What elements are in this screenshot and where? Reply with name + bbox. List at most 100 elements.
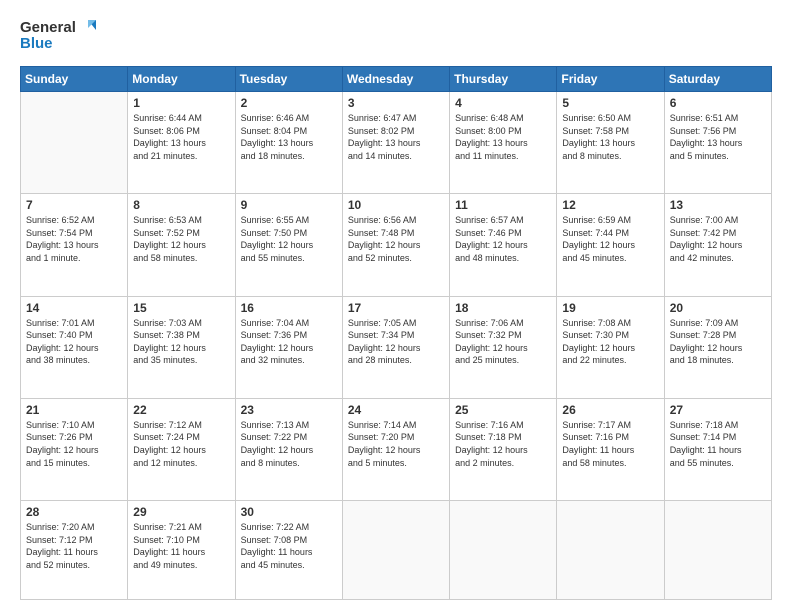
week-row-2: 7Sunrise: 6:52 AMSunset: 7:54 PMDaylight…	[21, 194, 772, 296]
day-number: 16	[241, 301, 337, 315]
svg-text:Blue: Blue	[20, 35, 53, 52]
day-info-line: Sunset: 7:54 PM	[26, 227, 122, 240]
day-number: 4	[455, 96, 551, 110]
page: General Blue SundayMondayTuesdayWednesda…	[0, 0, 792, 612]
day-number: 29	[133, 505, 229, 519]
day-info-line: Daylight: 12 hours	[348, 342, 444, 355]
calendar-cell-w3-d4: 17 Sunrise: 7:05 AMSunset: 7:34 PMDayligh…	[342, 296, 449, 398]
calendar-cell-w3-d1: 14Sunrise: 7:01 AMSunset: 7:40 PMDayligh…	[21, 296, 128, 398]
day-info-line: and 52 minutes.	[348, 252, 444, 265]
calendar-cell-w5-d3: 30Sunrise: 7:22 AMSunset: 7:08 PMDayligh…	[235, 501, 342, 600]
day-info-line: Sunrise: 7:13 AM	[241, 419, 337, 432]
col-header-tuesday: Tuesday	[235, 67, 342, 92]
day-number: 13	[670, 198, 766, 212]
day-info-line: and 49 minutes.	[133, 559, 229, 572]
day-info-line: Sunrise: 7:09 AM	[670, 317, 766, 330]
calendar-cell-w2-d5: 11Sunrise: 6:57 AMSunset: 7:46 PMDayligh…	[450, 194, 557, 296]
calendar-cell-w4-d5: 25Sunrise: 7:16 AMSunset: 7:18 PMDayligh…	[450, 398, 557, 500]
day-info-line: Daylight: 12 hours	[348, 444, 444, 457]
calendar-cell-w5-d4	[342, 501, 449, 600]
day-info-line: and 32 minutes.	[241, 354, 337, 367]
calendar-cell-w4-d7: 27Sunrise: 7:18 AMSunset: 7:14 PMDayligh…	[664, 398, 771, 500]
day-info-line: Sunrise: 6:50 AM	[562, 112, 658, 125]
day-info-line: Sunrise: 7:04 AM	[241, 317, 337, 330]
calendar-cell-w2-d7: 13Sunrise: 7:00 AMSunset: 7:42 PMDayligh…	[664, 194, 771, 296]
day-info-line: Daylight: 13 hours	[562, 137, 658, 150]
day-info-line: and 5 minutes.	[670, 150, 766, 163]
day-number: 21	[26, 403, 122, 417]
day-info-line: and 5 minutes.	[348, 457, 444, 470]
day-info-line: Daylight: 12 hours	[133, 444, 229, 457]
day-info-line: and 28 minutes.	[348, 354, 444, 367]
logo: General Blue	[20, 16, 100, 56]
calendar-cell-w4-d3: 23Sunrise: 7:13 AMSunset: 7:22 PMDayligh…	[235, 398, 342, 500]
day-number: 14	[26, 301, 122, 315]
day-info-line: Daylight: 12 hours	[562, 342, 658, 355]
day-info-line: Daylight: 12 hours	[241, 444, 337, 457]
day-info-line: Daylight: 11 hours	[241, 546, 337, 559]
calendar-cell-w1-d2: 1Sunrise: 6:44 AMSunset: 8:06 PMDaylight…	[128, 92, 235, 194]
calendar-cell-w2-d3: 9Sunrise: 6:55 AMSunset: 7:50 PMDaylight…	[235, 194, 342, 296]
col-header-monday: Monday	[128, 67, 235, 92]
calendar-cell-w5-d1: 28Sunrise: 7:20 AMSunset: 7:12 PMDayligh…	[21, 501, 128, 600]
day-info-line: and 35 minutes.	[133, 354, 229, 367]
day-info-line: Sunset: 7:34 PM	[348, 329, 444, 342]
calendar-header-row: SundayMondayTuesdayWednesdayThursdayFrid…	[21, 67, 772, 92]
calendar-cell-w1-d7: 6Sunrise: 6:51 AMSunset: 7:56 PMDaylight…	[664, 92, 771, 194]
day-info-line: and 42 minutes.	[670, 252, 766, 265]
day-number: 23	[241, 403, 337, 417]
calendar-cell-w2-d1: 7 Sunrise: 6:52 AMSunset: 7:54 PMDaylight…	[21, 194, 128, 296]
day-number: 28	[26, 505, 122, 519]
day-info-line: Daylight: 12 hours	[133, 239, 229, 252]
calendar-cell-w3-d5: 18Sunrise: 7:06 AMSunset: 7:32 PMDayligh…	[450, 296, 557, 398]
day-number: 3	[348, 96, 444, 110]
day-info-line: Sunset: 8:02 PM	[348, 125, 444, 138]
day-number: 26	[562, 403, 658, 417]
calendar-cell-w4-d6: 26Sunrise: 7:17 AMSunset: 7:16 PMDayligh…	[557, 398, 664, 500]
day-info-line: and 18 minutes.	[670, 354, 766, 367]
day-info-line: Sunset: 7:30 PM	[562, 329, 658, 342]
day-info-line: Sunrise: 7:17 AM	[562, 419, 658, 432]
day-info-line: Daylight: 12 hours	[133, 342, 229, 355]
day-info-line: Daylight: 12 hours	[348, 239, 444, 252]
day-info-line: Sunset: 8:06 PM	[133, 125, 229, 138]
day-info-line: Sunset: 8:04 PM	[241, 125, 337, 138]
day-info-line: Sunrise: 7:21 AM	[133, 521, 229, 534]
day-info-line: Sunrise: 7:20 AM	[26, 521, 122, 534]
day-info-line: and 52 minutes.	[26, 559, 122, 572]
day-number: 7	[26, 198, 122, 212]
day-info-line: Sunrise: 7:08 AM	[562, 317, 658, 330]
day-number: 24	[348, 403, 444, 417]
day-info-line: Sunset: 7:16 PM	[562, 431, 658, 444]
logo-svg: General Blue	[20, 16, 100, 56]
day-info-line: Sunrise: 6:46 AM	[241, 112, 337, 125]
col-header-wednesday: Wednesday	[342, 67, 449, 92]
day-number: 18	[455, 301, 551, 315]
day-info-line: Sunset: 7:52 PM	[133, 227, 229, 240]
week-row-3: 14Sunrise: 7:01 AMSunset: 7:40 PMDayligh…	[21, 296, 772, 398]
calendar-cell-w4-d2: 22Sunrise: 7:12 AMSunset: 7:24 PMDayligh…	[128, 398, 235, 500]
day-info-line: Sunrise: 7:16 AM	[455, 419, 551, 432]
day-info-line: Daylight: 13 hours	[26, 239, 122, 252]
day-info-line: Sunrise: 7:03 AM	[133, 317, 229, 330]
day-info-line: Sunset: 7:12 PM	[26, 534, 122, 547]
day-number: 17	[348, 301, 444, 315]
day-info-line: Sunset: 7:38 PM	[133, 329, 229, 342]
week-row-5: 28 Sunrise: 7:20 AMSunset: 7:12 PM Dayligh…	[21, 501, 772, 600]
day-info-line: Sunset: 7:08 PM	[241, 534, 337, 547]
day-info-line: Sunset: 7:56 PM	[670, 125, 766, 138]
day-info-line: Daylight: 12 hours	[670, 342, 766, 355]
day-info-line: Sunrise: 7:05 AM	[348, 317, 444, 330]
day-info-line: Daylight: 12 hours	[455, 444, 551, 457]
day-info-line: and 8 minutes.	[562, 150, 658, 163]
day-info-line: Daylight: 12 hours	[241, 239, 337, 252]
calendar-cell-w1-d5: 4Sunrise: 6:48 AMSunset: 8:00 PMDaylight…	[450, 92, 557, 194]
calendar-table: SundayMondayTuesdayWednesdayThursdayFrid…	[20, 66, 772, 600]
calendar-cell-w4-d4: 24Sunrise: 7:14 AMSunset: 7:20 PMDayligh…	[342, 398, 449, 500]
day-info-line: Sunrise: 6:52 AM	[26, 214, 122, 227]
day-number: 22	[133, 403, 229, 417]
day-info-line: and 58 minutes.	[133, 252, 229, 265]
day-info-line: and 58 minutes.	[562, 457, 658, 470]
day-info-line: Daylight: 13 hours	[133, 137, 229, 150]
day-info-line: Daylight: 12 hours	[26, 444, 122, 457]
